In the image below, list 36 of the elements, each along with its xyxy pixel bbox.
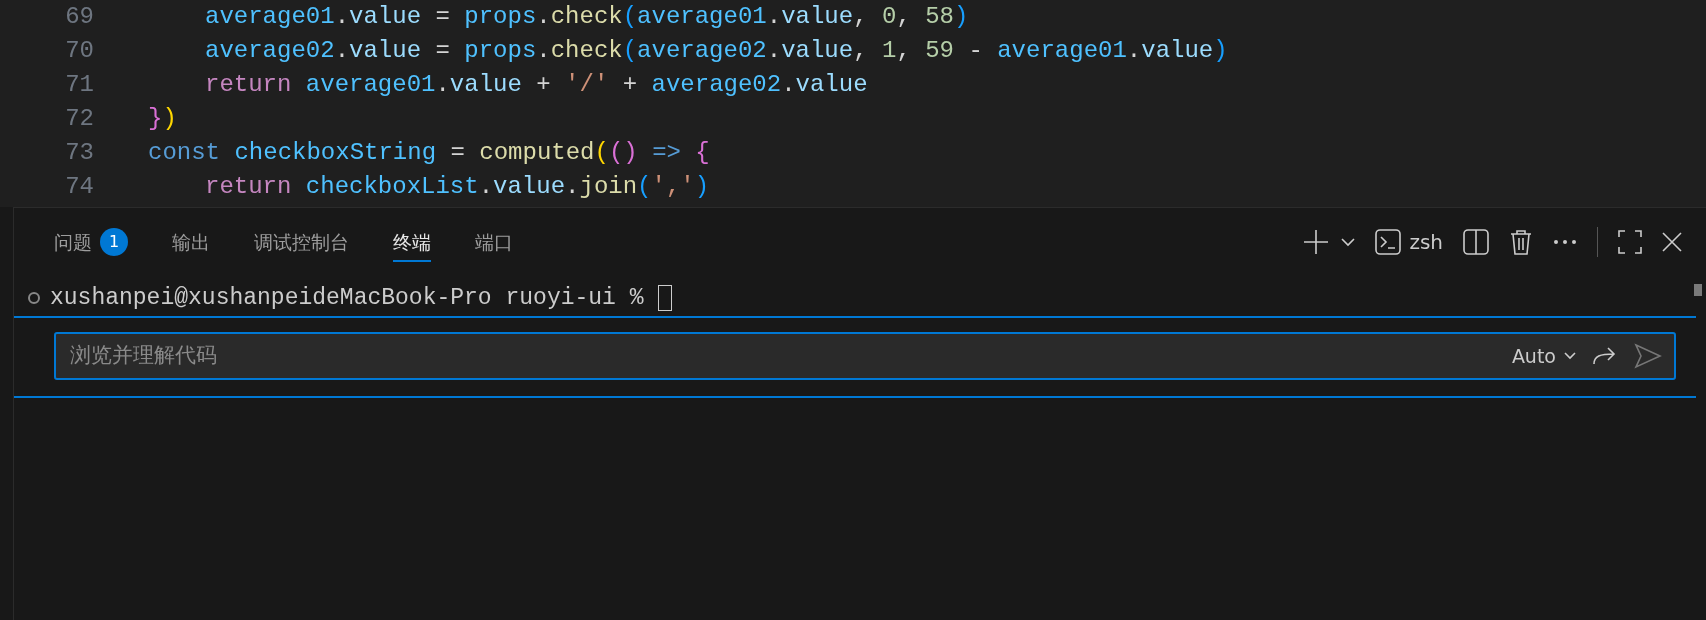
- code-line: return checkboxList.value.join(','): [205, 172, 710, 202]
- code-line: return average01.value + '/' + average02.value: [205, 70, 868, 100]
- line-number: 70: [64, 36, 94, 66]
- line-number: 73: [64, 138, 94, 168]
- close-icon[interactable]: [1662, 232, 1682, 252]
- terminal-icon: [1375, 229, 1402, 255]
- scrollbar-thumb[interactable]: [1694, 284, 1702, 296]
- mode-dropdown[interactable]: Auto: [1511, 341, 1576, 371]
- maximize-icon[interactable]: [1618, 230, 1642, 254]
- more-icon[interactable]: [1553, 239, 1577, 245]
- panel-tab[interactable]: 终端: [393, 221, 431, 263]
- terminal-prompt: xushanpei@xushanpeideMacBook-Pro ruoyi-ui %: [50, 283, 644, 313]
- panel-tab[interactable]: 输出: [172, 221, 210, 263]
- trash-icon[interactable]: [1509, 228, 1533, 256]
- chevron-down-icon: [1564, 352, 1576, 360]
- code-line: average02.value = props.check(average02.value, 1, 59 - average01.value): [205, 36, 1228, 66]
- problem-count-badge: 1: [100, 228, 128, 256]
- chat-input[interactable]: 浏览并理解代码 Auto: [54, 332, 1676, 380]
- split-icon[interactable]: [1463, 229, 1489, 255]
- redirect-arrow-icon[interactable]: [1592, 346, 1618, 366]
- chevron-down-icon[interactable]: [1341, 237, 1356, 247]
- code-line: }): [148, 104, 177, 134]
- cursor: [657, 285, 672, 311]
- line-number: 74: [64, 172, 94, 202]
- new-terminal-icon[interactable]: [1303, 229, 1330, 255]
- status-circle-icon: [28, 292, 40, 304]
- shell-selector[interactable]: zsh: [1375, 227, 1443, 257]
- code-line: average01.value = props.check(average01.value, 0, 58): [205, 2, 969, 32]
- line-number: 71: [64, 70, 94, 100]
- panel-tab[interactable]: 调试控制台: [254, 221, 349, 263]
- line-number: 72: [64, 104, 94, 134]
- panel-tab[interactable]: 端口: [475, 221, 513, 263]
- line-number: 69: [64, 2, 94, 32]
- code-line: const checkboxString = computed(() => {: [148, 138, 710, 168]
- send-icon[interactable]: [1634, 343, 1662, 369]
- panel-tab[interactable]: 问题 1: [54, 221, 128, 263]
